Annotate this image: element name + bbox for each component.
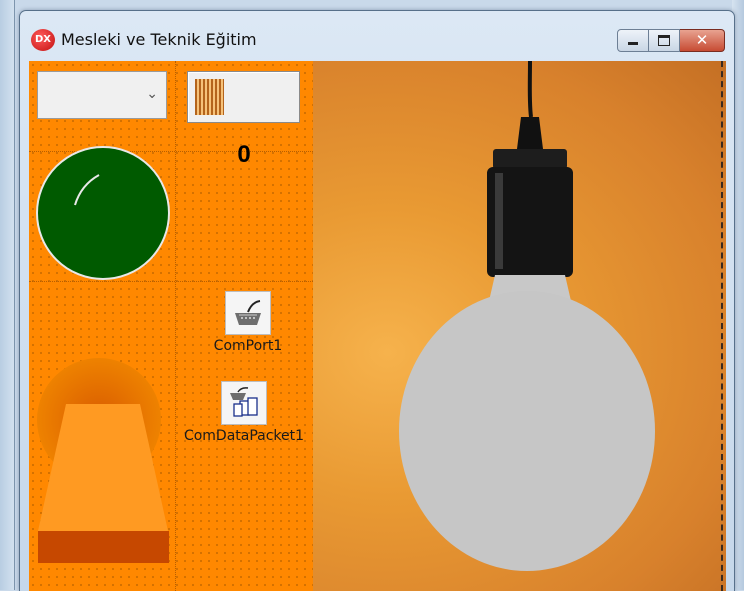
window-title: Mesleki ve Teknik Eğitim bbox=[61, 30, 257, 49]
dial-face bbox=[36, 146, 170, 280]
comport-component[interactable]: ComPort1 bbox=[213, 291, 283, 354]
devexpress-app-icon[interactable]: DX bbox=[31, 29, 55, 51]
minimize-icon bbox=[628, 42, 638, 45]
form-client-area: ⌄ 0 ComPort1 ComDataPacket1 bbox=[29, 61, 726, 591]
gauge-fill bbox=[195, 79, 224, 115]
comdatapacket-icon bbox=[221, 381, 267, 425]
comport-icon bbox=[225, 291, 271, 335]
chevron-down-icon[interactable]: ⌄ bbox=[146, 86, 158, 102]
comport-label: ComPort1 bbox=[213, 338, 283, 354]
light-bulb-image bbox=[313, 61, 726, 591]
design-grid-panel: ⌄ 0 ComPort1 ComDataPacket1 bbox=[29, 61, 313, 591]
photo-border bbox=[721, 61, 723, 591]
app-window: DX Mesleki ve Teknik Eğitim ✕ ⌄ 0 ComPor… bbox=[19, 10, 735, 591]
title-bar[interactable]: DX Mesleki ve Teknik Eğitim ✕ bbox=[20, 11, 734, 52]
comdatapacket-label: ComDataPacket1 bbox=[183, 428, 305, 444]
caption-buttons: ✕ bbox=[617, 29, 725, 52]
background-window-edge bbox=[0, 0, 15, 590]
counter-label: 0 bbox=[237, 141, 251, 168]
close-icon: ✕ bbox=[695, 31, 709, 49]
progress-gauge bbox=[187, 71, 300, 123]
close-button[interactable]: ✕ bbox=[680, 29, 725, 52]
bulb-graphic bbox=[399, 61, 655, 571]
comdatapacket-component[interactable]: ComDataPacket1 bbox=[173, 381, 315, 444]
minimize-button[interactable] bbox=[617, 29, 649, 52]
lamp-shape bbox=[37, 358, 169, 563]
port-combobox[interactable]: ⌄ bbox=[37, 71, 167, 119]
maximize-icon bbox=[658, 35, 670, 46]
dial-knob[interactable] bbox=[35, 145, 175, 285]
lamp-base bbox=[38, 531, 169, 563]
maximize-button[interactable] bbox=[649, 29, 680, 52]
